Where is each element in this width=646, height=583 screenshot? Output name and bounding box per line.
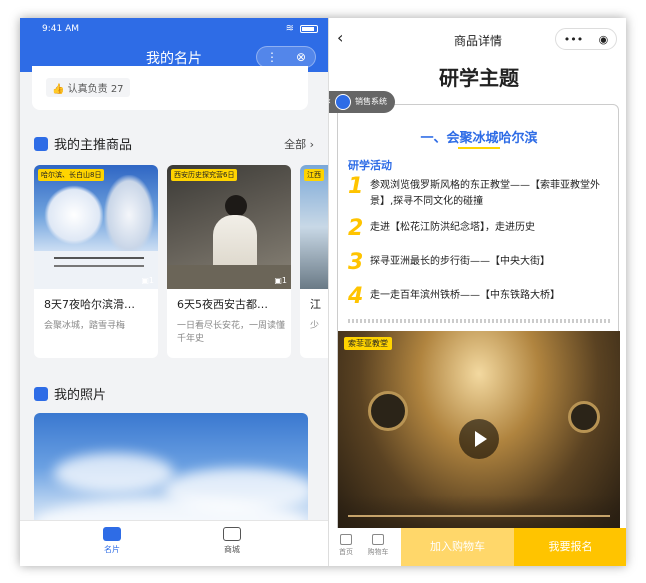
list-item: 2 走进【松花江防洪纪念塔】，走进历史 — [348, 217, 613, 241]
divider — [348, 319, 610, 323]
home-label: 首页 — [339, 548, 353, 556]
like-badge[interactable]: 👍 认真负责 27 — [46, 78, 130, 97]
product-tag: 江西 — [304, 169, 324, 181]
product-detail-screen: ‹ 商品详情 ••• ◉ 研学主题 一、会聚冰城哈尔滨 研学活动 1 参观浏览俄… — [328, 18, 626, 566]
image-count: ▣1 — [274, 276, 287, 285]
card-icon — [103, 527, 121, 541]
item-text: 参观浏览俄罗斯风格的东正教堂——【索菲亚教堂外景】,探寻不同文化的碰撞 — [370, 180, 600, 207]
tab-mall-label: 商城 — [224, 545, 240, 554]
gallery-icon: ▣ — [274, 276, 282, 285]
activity-label: 研学活动 — [348, 159, 392, 172]
products-section-header: 我的主推商品 — [34, 134, 132, 153]
product-subtitle: 一日看尽长安花，一周读懂千年史 — [177, 321, 286, 344]
item-number: 2 — [348, 216, 364, 241]
tab-bar: 名片 商城 — [20, 520, 328, 566]
avatar — [335, 94, 351, 110]
section-underline — [458, 147, 500, 149]
item-text: 探寻亚洲最长的步行街——【中央大街】 — [370, 256, 550, 267]
video-tag: 索菲亚教堂 — [344, 337, 392, 350]
chevron-right-icon: › — [309, 138, 314, 151]
section-title: 一、会聚冰城哈尔滨 — [420, 131, 538, 146]
list-item: 1 参观浏览俄罗斯风格的东正教堂——【索菲亚教堂外景】,探寻不同文化的碰撞 — [348, 175, 613, 210]
product-title: 6天5夜西安古都… — [177, 298, 268, 311]
product-subtitle: 会聚冰城，踏雪寻梅 — [44, 321, 126, 331]
product-title: 江 — [310, 298, 321, 311]
cart-icon — [372, 534, 384, 545]
product-image: 江西 — [300, 165, 328, 289]
gallery-icon: ▣ — [141, 276, 149, 285]
wifi-icon: ≋ — [285, 23, 294, 34]
tab-card-label: 名片 — [104, 545, 120, 554]
list-item: 3 探寻亚洲最长的步行街——【中央大街】 — [348, 251, 613, 275]
cart-button[interactable]: 购物车 — [365, 534, 391, 557]
product-image: 西安历史探究营6日 ▣1 — [167, 165, 291, 289]
tab-card[interactable]: 名片 — [92, 527, 132, 555]
profile-card: 👍 认真负责 27 — [32, 66, 308, 110]
more-icon[interactable]: ⋮ — [266, 50, 278, 64]
play-icon[interactable] — [459, 419, 499, 459]
status-icons: ≋ — [286, 23, 318, 34]
item-text: 走进【松花江防洪纪念塔】，走进历史 — [370, 222, 535, 233]
video-player[interactable]: 索菲亚教堂 — [338, 331, 620, 545]
nav-bar: ‹ 商品详情 ••• ◉ — [329, 18, 626, 62]
photo-image[interactable] — [34, 413, 308, 533]
list-item: 4 走一走百年滨州铁桥——【中东铁路大桥】 — [348, 285, 613, 309]
view-all-label: 全部 — [284, 138, 307, 151]
view-all-link[interactable]: 全部 › — [284, 136, 314, 152]
chevron-left-icon: ‹ — [329, 91, 331, 113]
products-section-title: 我的主推商品 — [54, 138, 133, 153]
product-subtitle: 少 — [310, 321, 320, 331]
item-text: 走一走百年滨州铁桥——【中东铁路大桥】 — [370, 290, 560, 301]
more-icon[interactable]: ••• — [564, 33, 583, 46]
sales-system-badge[interactable]: ‹ 销售系统 — [329, 91, 395, 113]
product-title: 8天7夜哈尔滨滑… — [44, 298, 135, 311]
detail-content: 一、会聚冰城哈尔滨 研学活动 1 参观浏览俄罗斯风格的东正教堂——【索菲亚教堂外… — [337, 104, 620, 545]
shop-icon — [223, 527, 241, 541]
product-card[interactable]: 西安历史探究营6日 ▣1 6天5夜西安古都… 一日看尽长安花，一周读懂千年史 — [167, 165, 291, 358]
battery-icon — [300, 24, 318, 33]
home-icon — [340, 534, 352, 545]
status-time: 9:41 AM — [42, 24, 79, 34]
like-label: 认真负责 27 — [67, 84, 124, 95]
signup-button[interactable]: 我要报名 — [514, 528, 626, 566]
mini-program-capsule[interactable]: ⋮ ⊗ — [256, 46, 316, 68]
image-count: ▣1 — [141, 276, 154, 285]
photos-section-title: 我的照片 — [54, 388, 107, 403]
home-button[interactable]: 首页 — [333, 534, 359, 557]
item-number: 1 — [348, 174, 364, 199]
thumbs-up-icon: 👍 — [52, 84, 65, 95]
bottom-action-bar: 首页 购物车 加入购物车 我要报名 — [329, 528, 626, 566]
shop-bag-icon — [34, 136, 48, 151]
mini-program-capsule[interactable]: ••• ◉ — [555, 28, 617, 50]
close-icon[interactable]: ⊗ — [296, 50, 306, 64]
item-number: 4 — [348, 284, 364, 309]
product-tag: 西安历史探究营6日 — [171, 169, 238, 181]
headline: 研学主题 — [429, 62, 529, 92]
product-card[interactable]: 哈尔滨、长白山8日 ▣1 8天7夜哈尔滨滑… 会聚冰城，踏雪寻梅 — [34, 165, 158, 358]
product-tag: 哈尔滨、长白山8日 — [38, 169, 105, 181]
business-card-screen: 9:41 AM ≋ 我的名片 ⋮ ⊗ 👍 认真负责 27 我的主推商品 全部 › — [20, 18, 328, 566]
product-card[interactable]: 江西 江 少 — [300, 165, 328, 358]
photos-section-header: 我的照片 — [34, 384, 106, 403]
photo-icon — [34, 386, 48, 401]
tab-mall[interactable]: 商城 — [212, 527, 252, 555]
product-image: 哈尔滨、长白山8日 ▣1 — [34, 165, 158, 289]
item-number: 3 — [348, 250, 364, 275]
add-to-cart-button[interactable]: 加入购物车 — [401, 528, 514, 566]
screenshot-frame: 9:41 AM ≋ 我的名片 ⋮ ⊗ 👍 认真负责 27 我的主推商品 全部 › — [20, 18, 626, 566]
cart-label: 购物车 — [367, 548, 389, 556]
record-icon[interactable]: ◉ — [599, 33, 609, 46]
sales-label: 销售系统 — [355, 97, 387, 106]
